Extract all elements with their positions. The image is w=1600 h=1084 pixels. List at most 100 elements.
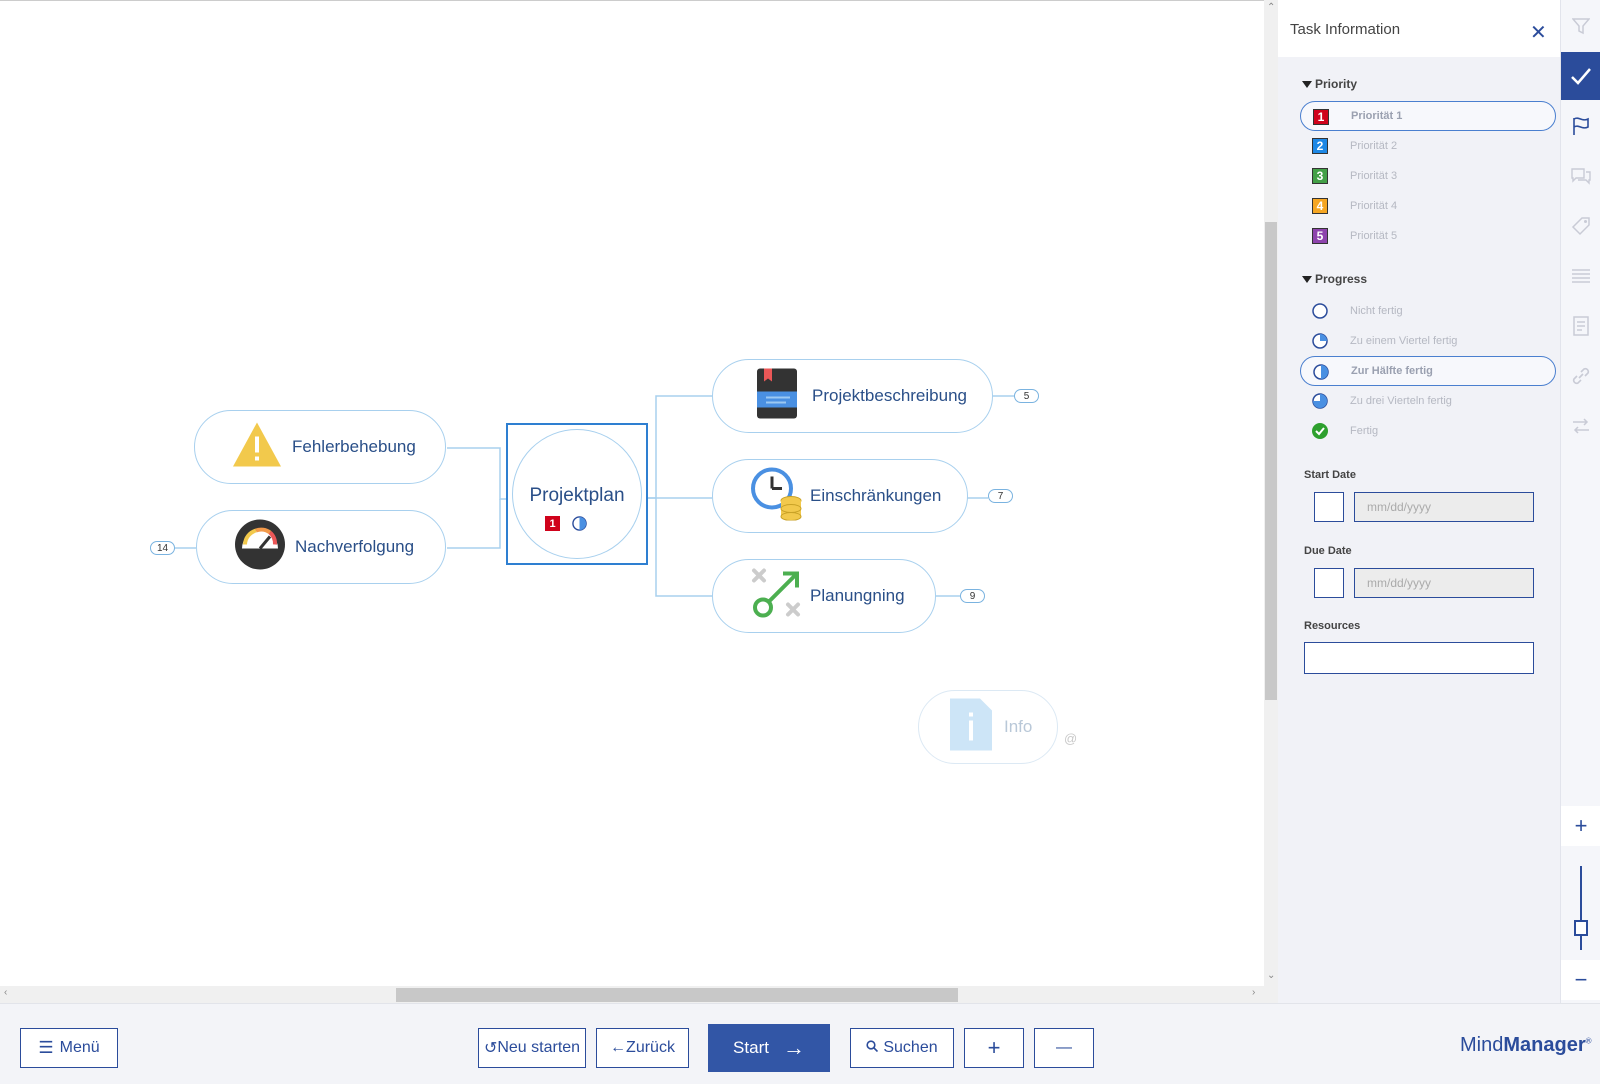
priority-section-toggle[interactable]: Priority [1302,77,1357,91]
topic-label: Projektbeschreibung [812,386,967,405]
priority-option-5[interactable]: 5 Priorität 5 [1300,221,1556,251]
zoom-in-button[interactable]: + [1561,806,1600,846]
option-label: Zur Hälfte fertig [1351,365,1433,377]
progress-option-0[interactable]: Nicht fertig [1300,296,1556,326]
resources-label: Resources [1304,620,1361,632]
resources-input[interactable] [1304,642,1534,674]
remove-button[interactable]: — [1034,1028,1094,1068]
start-date-checkbox[interactable] [1314,492,1344,522]
task-check-icon[interactable] [1561,52,1600,100]
progress-option-100[interactable]: Fertig [1300,416,1556,446]
progress-option-50[interactable]: Zur Hälfte fertig [1300,356,1556,386]
subtopic-count-badge[interactable]: 9 [960,589,985,603]
priority-option-2[interactable]: 2 Priorität 2 [1300,131,1556,161]
attachment-icon[interactable]: @ [1064,731,1077,746]
filter-icon[interactable] [1561,2,1600,50]
panel-header: Task Information ✕ [1278,0,1560,57]
scroll-down-icon[interactable]: ⌄ [1267,970,1275,981]
strategy-icon [751,568,803,625]
start-date-field[interactable]: mm/dd/yyyy [1354,492,1534,522]
central-topic[interactable]: Projektplan 1 [506,423,648,565]
menu-button[interactable]: ☰ Menü [20,1028,118,1068]
flag-icon[interactable] [1561,102,1600,150]
progress-done-icon [1312,423,1328,439]
gauge-icon [234,519,286,576]
topic-nachverfolgung[interactable]: Nachverfolgung [196,510,446,584]
priority-5-icon: 5 [1312,228,1328,244]
subtopic-count-badge[interactable]: 7 [988,489,1013,503]
option-label: Priorität 2 [1350,140,1398,152]
notes-icon[interactable] [1561,302,1600,350]
topic-projektbeschreibung[interactable]: Projektbeschreibung [712,359,993,433]
bottom-toolbar: ☰ Menü ↺ Neu starten ← Zurück Start → Su… [0,1003,1600,1084]
start-button[interactable]: Start → [708,1024,830,1072]
clock-coins-icon [750,467,804,526]
topic-info[interactable]: Info [918,690,1058,764]
priority-3-icon: 3 [1312,168,1328,184]
central-topic-label: Projektplan [529,485,625,506]
option-label: Priorität 1 [1351,110,1403,122]
comments-icon[interactable] [1561,152,1600,200]
arrow-right-icon: → [782,1035,805,1060]
due-date-field[interactable]: mm/dd/yyyy [1354,568,1534,598]
add-button[interactable]: + [964,1028,1024,1068]
progress-quarter-icon [1312,333,1328,349]
info-document-icon [950,698,992,756]
due-date-checkbox[interactable] [1314,568,1344,598]
task-information-panel: Task Information ✕ Priority 1 Priorität … [1278,0,1560,1003]
map-canvas[interactable]: Fehlerbehebung Nachverfolgung 14 Projekt… [0,0,1264,1003]
search-label: Suchen [883,1039,938,1056]
menu-label: Menü [59,1039,100,1056]
vertical-scrollbar[interactable]: ⌃ ⌄ [1264,0,1278,1003]
option-label: Priorität 5 [1350,230,1398,242]
tag-icon[interactable] [1561,202,1600,250]
restart-label: Neu starten [497,1039,581,1056]
option-label: Fertig [1350,425,1379,437]
restart-button[interactable]: ↺ Neu starten [478,1028,586,1068]
zoom-out-button[interactable]: − [1561,960,1600,1000]
collapse-triangle-icon [1302,276,1312,284]
priority-2-icon: 2 [1312,138,1328,154]
scroll-left-icon[interactable]: ‹ [4,987,7,998]
notebook-icon [756,368,798,425]
mindmanager-logo: MindManager® [1460,1034,1592,1057]
back-button[interactable]: ← Zurück [596,1028,689,1068]
hamburger-icon: ☰ [38,1038,54,1057]
scroll-right-icon[interactable]: › [1252,987,1255,998]
progress-section-toggle[interactable]: Progress [1302,272,1367,286]
progress-half-icon [1313,364,1329,380]
priority-4-icon: 4 [1312,198,1328,214]
horizontal-scroll-thumb[interactable] [396,988,958,1002]
back-label: Zurück [626,1039,675,1056]
topic-planungning[interactable]: Planungning [712,559,936,633]
progress-option-75[interactable]: Zu drei Vierteln fertig [1300,386,1556,416]
priority-option-3[interactable]: 3 Priorität 3 [1300,161,1556,191]
section-heading: Priority [1315,77,1358,91]
scroll-up-icon[interactable]: ⌃ [1267,2,1275,13]
panel-title: Task Information [1290,21,1401,38]
warning-icon [231,421,283,474]
list-icon[interactable] [1561,252,1600,300]
option-label: Zu drei Vierteln fertig [1350,395,1452,407]
progress-option-25[interactable]: Zu einem Viertel fertig [1300,326,1556,356]
zoom-slider-track[interactable] [1580,866,1582,950]
horizontal-scrollbar[interactable]: ‹ › [0,986,1264,1003]
collapse-triangle-icon [1302,81,1312,89]
topic-label: Fehlerbehebung [292,437,416,456]
topic-fehlerbehebung[interactable]: Fehlerbehebung [194,410,446,484]
topic-label: Nachverfolgung [295,537,415,556]
subtopic-count-badge[interactable]: 14 [150,541,175,555]
priority-option-4[interactable]: 4 Priorität 4 [1300,191,1556,221]
priority-option-1[interactable]: 1 Priorität 1 [1300,101,1556,131]
arrow-left-icon: ← [610,1039,627,1056]
subtopic-count-badge[interactable]: 5 [1014,389,1039,403]
topic-einschraenkungen[interactable]: Einschränkungen [712,459,968,533]
link-icon[interactable] [1561,352,1600,400]
close-icon[interactable]: ✕ [1530,20,1547,45]
search-button[interactable]: Suchen [850,1028,954,1068]
vertical-scroll-thumb[interactable] [1265,222,1277,700]
option-label: Zu einem Viertel fertig [1350,335,1458,347]
priority-1-icon: 1 [545,516,560,531]
relationship-icon[interactable] [1561,402,1600,450]
zoom-slider-handle[interactable] [1574,920,1588,936]
